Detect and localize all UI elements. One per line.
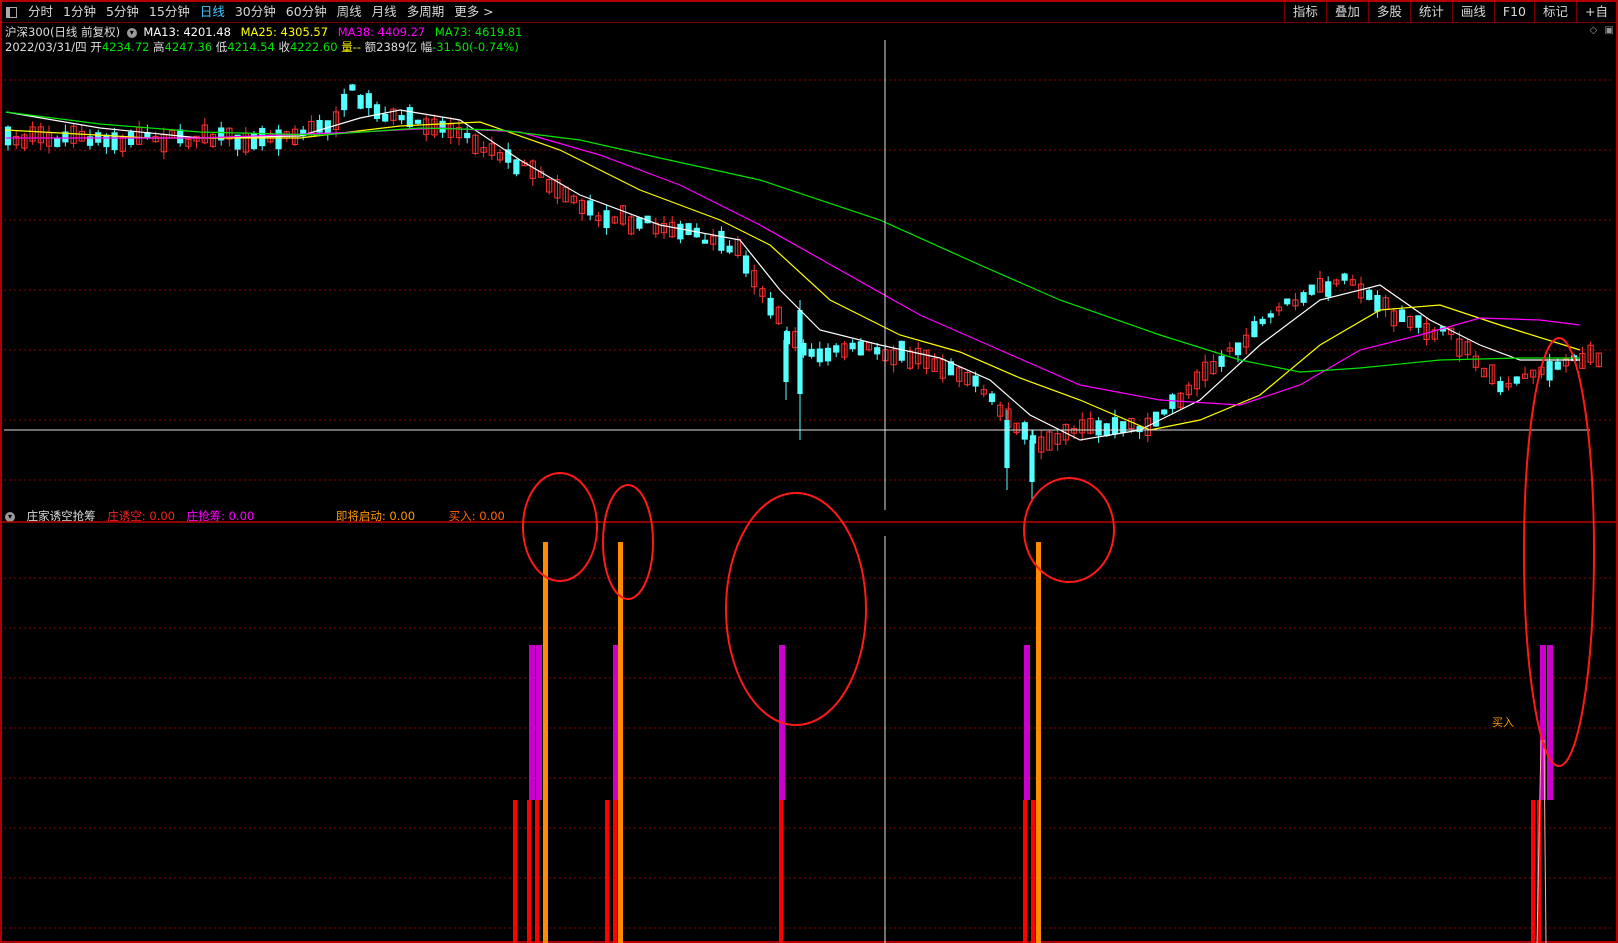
- candle-body: [1497, 381, 1504, 393]
- buy-marker-label: 买入: [1492, 716, 1514, 729]
- bar-zhuang-qiangchou: [1547, 645, 1553, 800]
- candle-body: [742, 255, 750, 274]
- candle-body: [972, 375, 979, 387]
- candle-body: [1169, 394, 1176, 409]
- bar-jijiang-qidong: [1036, 542, 1041, 943]
- annotation-circle: [1523, 337, 1595, 767]
- candle-body: [1021, 422, 1028, 440]
- bar-zhuang-youkong: [513, 800, 517, 943]
- candle-body: [1251, 321, 1258, 338]
- candle-body: [898, 340, 905, 361]
- candle-body: [1029, 440, 1035, 482]
- price-chart-canvas[interactable]: [0, 0, 1618, 943]
- candle-body: [439, 120, 446, 133]
- bar-zhuang-youkong: [535, 800, 539, 943]
- candle-body: [54, 137, 61, 147]
- bar-zhuang-youkong: [1031, 800, 1035, 943]
- candle-body: [701, 239, 709, 244]
- candle-body: [726, 245, 733, 253]
- candle-body: [1267, 313, 1274, 318]
- candle-body: [797, 310, 803, 394]
- candle-body: [464, 132, 471, 139]
- candle-body: [1218, 355, 1225, 367]
- candle-body: [816, 348, 823, 363]
- candle-body: [349, 84, 356, 91]
- annotation-circle: [522, 472, 598, 582]
- candle-body: [365, 93, 372, 108]
- bar-zhuang-youkong: [1531, 800, 1535, 943]
- candle-body: [1095, 420, 1102, 436]
- bar-zhuang-youkong: [527, 800, 531, 943]
- candle-body: [685, 223, 692, 236]
- bar-zhuang-qiangchou: [1540, 645, 1546, 800]
- candle-body: [587, 200, 594, 216]
- annotation-circle: [1023, 477, 1115, 583]
- candle-body: [874, 347, 881, 355]
- candle-body: [1366, 289, 1373, 300]
- bar-jijiang-qidong: [543, 542, 548, 943]
- bar-zhuang-qiangchou: [1024, 645, 1030, 800]
- bar-jijiang-qidong: [618, 542, 623, 943]
- candle-body: [988, 393, 996, 403]
- candle-body: [808, 348, 815, 357]
- candle-body: [1234, 342, 1242, 356]
- candle-body: [1161, 409, 1168, 415]
- candle-body: [1374, 295, 1381, 312]
- candle-body: [857, 341, 864, 356]
- candle-body: [1546, 361, 1553, 381]
- candle-body: [833, 345, 840, 353]
- candle-body: [636, 217, 643, 229]
- candle-body: [1284, 298, 1291, 305]
- candle-body: [357, 95, 364, 109]
- candle-body: [373, 104, 381, 120]
- candle-body: [718, 230, 725, 251]
- candle-body: [1554, 361, 1561, 370]
- candle-body: [824, 347, 832, 362]
- bar-zhuang-youkong: [605, 800, 609, 943]
- bar-zhuang-youkong: [613, 800, 617, 943]
- candle-body: [1341, 273, 1348, 281]
- candle-body: [382, 113, 389, 122]
- annotation-circle: [602, 484, 654, 600]
- candle-body: [406, 107, 413, 128]
- candle-body: [1513, 376, 1520, 384]
- bar-zhuang-qiangchou: [536, 645, 542, 800]
- candle-body: [275, 129, 282, 150]
- candle-body: [1300, 292, 1307, 303]
- candle-body: [1004, 420, 1010, 468]
- bar-zhuang-youkong: [779, 800, 783, 943]
- candle-body: [849, 342, 856, 350]
- candle-body: [103, 134, 110, 148]
- candle-body: [1152, 411, 1160, 427]
- candle-body: [1325, 281, 1332, 297]
- candle-body: [603, 210, 610, 229]
- candle-body: [1111, 417, 1119, 435]
- bar-zhuang-qiangchou: [529, 645, 535, 800]
- candle-body: [513, 159, 520, 175]
- candle-body: [1120, 421, 1127, 433]
- candle-body: [677, 223, 684, 240]
- candle-body: [1259, 318, 1266, 325]
- annotation-circle: [725, 492, 867, 726]
- bar-zhuang-youkong: [1023, 800, 1027, 943]
- candle-body: [767, 297, 774, 316]
- candle-body: [1308, 284, 1315, 295]
- candle-body: [398, 115, 405, 121]
- candle-body: [1415, 315, 1422, 328]
- candle-body: [783, 340, 789, 382]
- candle-body: [341, 93, 348, 111]
- candle-body: [414, 119, 422, 124]
- candle-body: [1398, 309, 1406, 323]
